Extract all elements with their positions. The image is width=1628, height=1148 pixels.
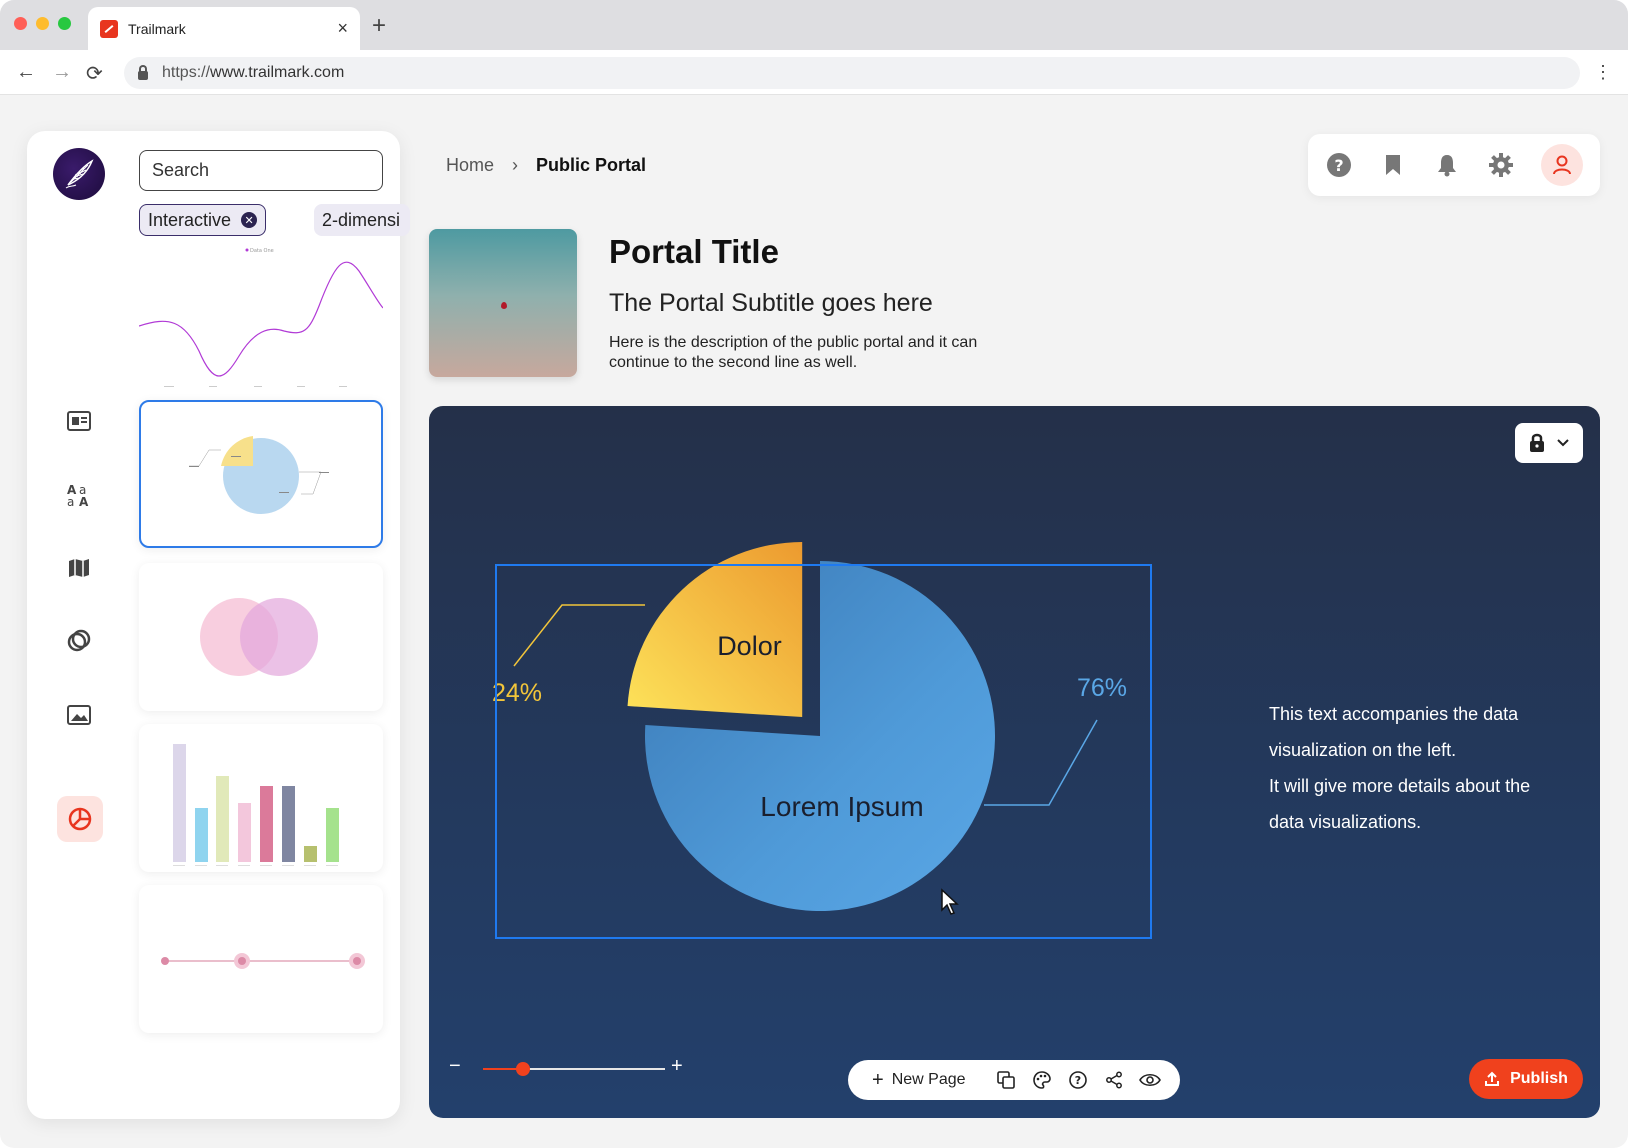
forward-arrow-icon[interactable]: → <box>52 61 72 84</box>
zoom-thumb[interactable] <box>516 1062 531 1076</box>
zoom-out-icon[interactable]: − <box>449 1055 461 1078</box>
publish-label: Publish <box>1510 1070 1568 1087</box>
trailmark-favicon-icon <box>100 19 118 38</box>
user-icon <box>1553 155 1571 175</box>
thumbnail-timeline[interactable] <box>139 885 383 1033</box>
filter-chip-2d[interactable]: 2-dimensi <box>314 204 410 236</box>
thumbnail-bar-chart[interactable] <box>139 724 383 872</box>
svg-text:?: ? <box>1074 1074 1080 1087</box>
preview-eye-icon[interactable] <box>1132 1066 1168 1094</box>
help-circle-icon[interactable]: ? <box>1060 1066 1096 1094</box>
remove-filter-icon[interactable]: ✕ <box>241 212 258 228</box>
breadcrumb: Home › Public Portal <box>446 155 646 176</box>
help-icon[interactable]: ? <box>1325 151 1353 179</box>
bell-icon[interactable] <box>1433 151 1461 179</box>
gear-icon[interactable] <box>1487 151 1515 179</box>
zoom-slider[interactable]: − + <box>449 1055 699 1078</box>
duplicate-icon[interactable] <box>988 1066 1024 1094</box>
chevron-right-icon: › <box>512 155 519 175</box>
address-bar: ← → ⟳ https://www.trailmark.com ⋮ <box>0 50 1628 95</box>
thumbnail-venn-diagram[interactable] <box>139 563 383 711</box>
palette-icon[interactable] <box>1024 1066 1060 1094</box>
svg-text:A: A <box>79 495 89 508</box>
bottom-toolbar: + New Page ? <box>848 1060 1180 1100</box>
tab-title: Trailmark <box>128 20 186 37</box>
portal-description[interactable]: Here is the description of the public po… <box>609 333 1029 373</box>
top-toolbar: ? <box>1308 134 1600 196</box>
editor-canvas[interactable]: Dolor Lorem Ipsum 24% 76% This text accompa… <box>429 406 1600 1118</box>
publish-button[interactable]: Publish <box>1469 1059 1583 1099</box>
url-scheme: https:// <box>162 64 211 81</box>
new-page-label: New Page <box>891 1071 966 1088</box>
filter-chip-label: 2-dimensi <box>322 209 401 230</box>
map-icon[interactable] <box>65 554 93 582</box>
search-input[interactable] <box>152 160 384 181</box>
close-window-button[interactable] <box>14 17 27 30</box>
breadcrumb-home[interactable]: Home <box>446 155 494 176</box>
caption-line-1: This text accompanies the data visualiza… <box>1269 704 1519 760</box>
new-page-button[interactable]: + New Page <box>872 1069 966 1091</box>
left-panel: AaaA Interactive ✕ 2-dimensi <box>27 131 410 1119</box>
thumbnail-pie-chart[interactable] <box>139 400 383 548</box>
pie-chart-icon[interactable] <box>57 796 103 842</box>
caption-line-2: It will give more details about the data… <box>1269 776 1531 832</box>
svg-text:a: a <box>67 495 74 508</box>
chart-caption[interactable]: This text accompanies the data visualiza… <box>1269 696 1569 840</box>
breadcrumb-current: Public Portal <box>536 155 647 175</box>
thumbnail-line-chart[interactable]: Data One <box>139 246 383 394</box>
back-arrow-icon[interactable]: ← <box>16 61 36 84</box>
browser-menu-icon[interactable]: ⋮ <box>1594 62 1612 83</box>
search-box <box>139 150 384 191</box>
news-icon[interactable] <box>65 407 93 435</box>
window-controls <box>14 17 71 30</box>
portal-subtitle[interactable]: The Portal Subtitle goes here <box>609 289 933 318</box>
typography-icon[interactable]: AaaA <box>65 481 93 509</box>
maximize-window-button[interactable] <box>58 17 71 30</box>
zoom-in-icon[interactable]: + <box>671 1055 683 1078</box>
close-tab-icon[interactable]: × <box>337 18 348 39</box>
lock-icon <box>138 64 148 80</box>
share-icon[interactable] <box>1096 1066 1132 1094</box>
filter-chip-label: Interactive <box>148 209 232 230</box>
reload-icon[interactable]: ⟳ <box>86 61 103 86</box>
upload-icon <box>1485 1071 1500 1086</box>
filter-chip-interactive[interactable]: Interactive ✕ <box>139 204 267 236</box>
rings-icon[interactable] <box>65 627 93 655</box>
chart-selection-box[interactable] <box>495 564 1152 939</box>
browser-tab[interactable]: Trailmark × <box>88 7 360 50</box>
mouse-cursor-icon <box>941 888 959 915</box>
url-host: www.trailmark.com <box>210 64 345 81</box>
plus-icon: + <box>872 1069 884 1091</box>
trailmark-logo[interactable] <box>53 148 105 200</box>
tab-bar: Trailmark × + <box>0 0 1628 50</box>
balloon-icon <box>501 302 507 309</box>
bookmark-icon[interactable] <box>1379 151 1407 179</box>
portal-cover-image <box>429 229 577 377</box>
browser-window: Trailmark × + ← → ⟳ https://www.trailmar… <box>0 0 1628 1148</box>
image-icon[interactable] <box>65 701 93 729</box>
url-field[interactable]: https://www.trailmark.com <box>124 57 1580 89</box>
svg-text:?: ? <box>1334 156 1343 175</box>
portal-title[interactable]: Portal Title <box>609 233 779 271</box>
thumb-legend: Data One <box>250 248 274 254</box>
user-avatar[interactable] <box>1541 144 1583 186</box>
minimize-window-button[interactable] <box>36 17 49 30</box>
new-tab-button[interactable]: + <box>372 12 386 40</box>
feather-icon <box>65 159 94 189</box>
zoom-track[interactable] <box>483 1062 665 1076</box>
